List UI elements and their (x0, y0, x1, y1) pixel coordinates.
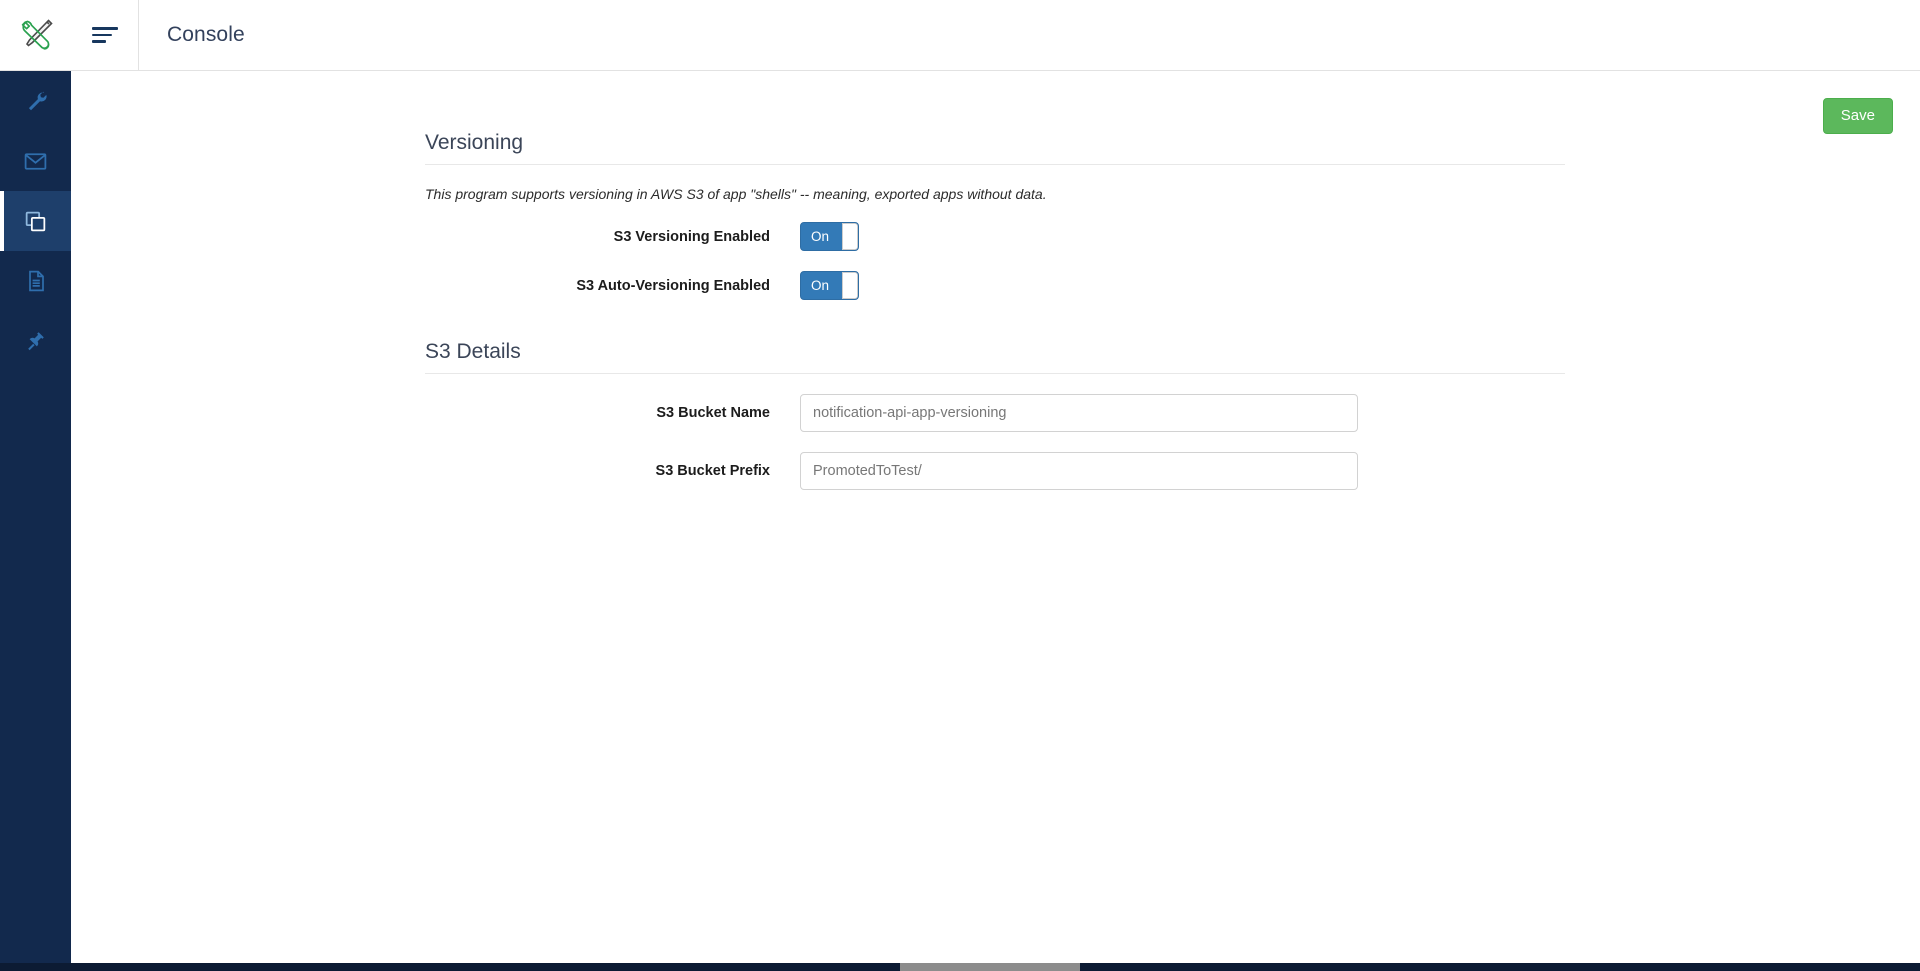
toggle-s3-versioning-enabled[interactable]: On (800, 222, 859, 251)
sidebar-navigation (0, 71, 71, 963)
section-heading-s3-details: S3 Details (425, 340, 1565, 374)
toggle-knob (842, 223, 858, 250)
label-s3-bucket-name: S3 Bucket Name (656, 405, 770, 421)
sidebar-item-apps[interactable] (0, 191, 71, 251)
envelope-icon (23, 149, 48, 174)
sidebar-item-tools[interactable] (0, 71, 71, 131)
copy-icon (23, 209, 48, 234)
toggle-state-label: On (811, 277, 830, 293)
sidebar-item-messages[interactable] (0, 131, 71, 191)
scrollbar-thumb[interactable] (900, 963, 1080, 971)
save-button[interactable]: Save (1822, 98, 1893, 134)
section-description-versioning: This program supports versioning in AWS … (425, 186, 1047, 202)
hamburger-menu-icon (91, 27, 118, 43)
s3-bucket-name-input[interactable] (800, 394, 1358, 432)
settings-form: Versioning This program supports version… (425, 131, 1565, 490)
plug-icon (24, 329, 48, 353)
label-s3-bucket-prefix: S3 Bucket Prefix (655, 463, 770, 479)
page-title: Console (167, 23, 245, 46)
s3-bucket-prefix-input[interactable] (800, 452, 1358, 490)
label-s3-auto-versioning-enabled: S3 Auto-Versioning Enabled (576, 277, 770, 294)
label-s3-versioning-enabled: S3 Versioning Enabled (613, 228, 770, 245)
horizontal-scrollbar[interactable] (0, 963, 1920, 971)
toggle-state-label: On (811, 228, 830, 244)
form-row-s3-auto-versioning-enabled: S3 Auto-Versioning Enabled On (425, 271, 1565, 300)
document-icon (24, 269, 48, 293)
form-row-s3-bucket-name: S3 Bucket Name (425, 394, 1565, 432)
wrench-icon (24, 89, 48, 113)
save-button-container: Save (1822, 98, 1893, 134)
toggle-knob (842, 272, 858, 299)
top-header-bar: Console (0, 0, 1920, 71)
menu-toggle-button[interactable] (71, 0, 139, 70)
section-heading-versioning: Versioning (425, 131, 1565, 165)
sidebar-item-documents[interactable] (0, 251, 71, 311)
tools-wrench-screwdriver-icon (15, 14, 57, 56)
sidebar-item-integrations[interactable] (0, 311, 71, 371)
form-row-s3-versioning-enabled: S3 Versioning Enabled On (425, 222, 1565, 251)
app-logo[interactable] (0, 0, 71, 70)
form-row-s3-bucket-prefix: S3 Bucket Prefix (425, 452, 1565, 490)
toggle-s3-auto-versioning-enabled[interactable]: On (800, 271, 859, 300)
main-content: Save Versioning This program supports ve… (71, 71, 1920, 963)
